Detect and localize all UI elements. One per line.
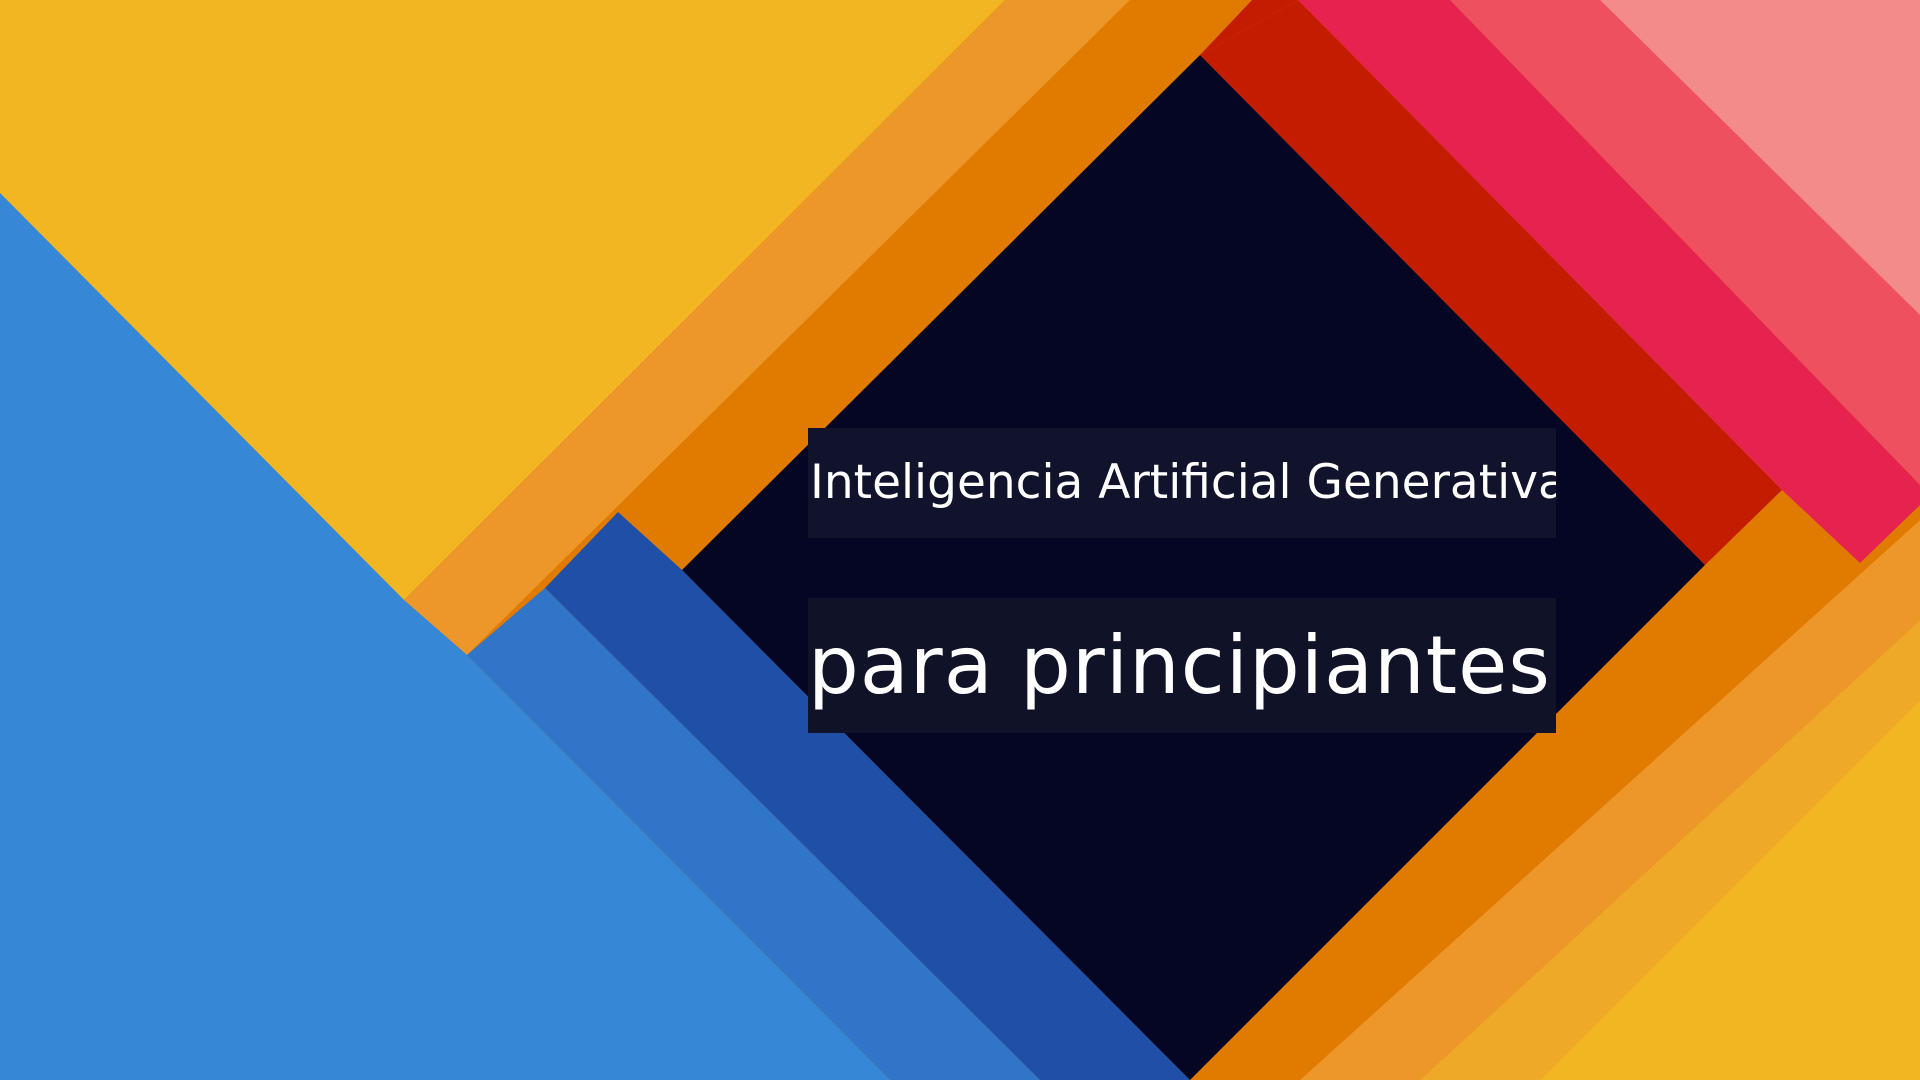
title-block: Inteligencia Artificial Generativa para … <box>808 428 1556 733</box>
title-line-1: Inteligencia Artificial Generativa <box>808 428 1556 538</box>
title-slide: Inteligencia Artificial Generativa para … <box>0 0 1920 1080</box>
title-line-2: para principiantes <box>808 598 1556 733</box>
